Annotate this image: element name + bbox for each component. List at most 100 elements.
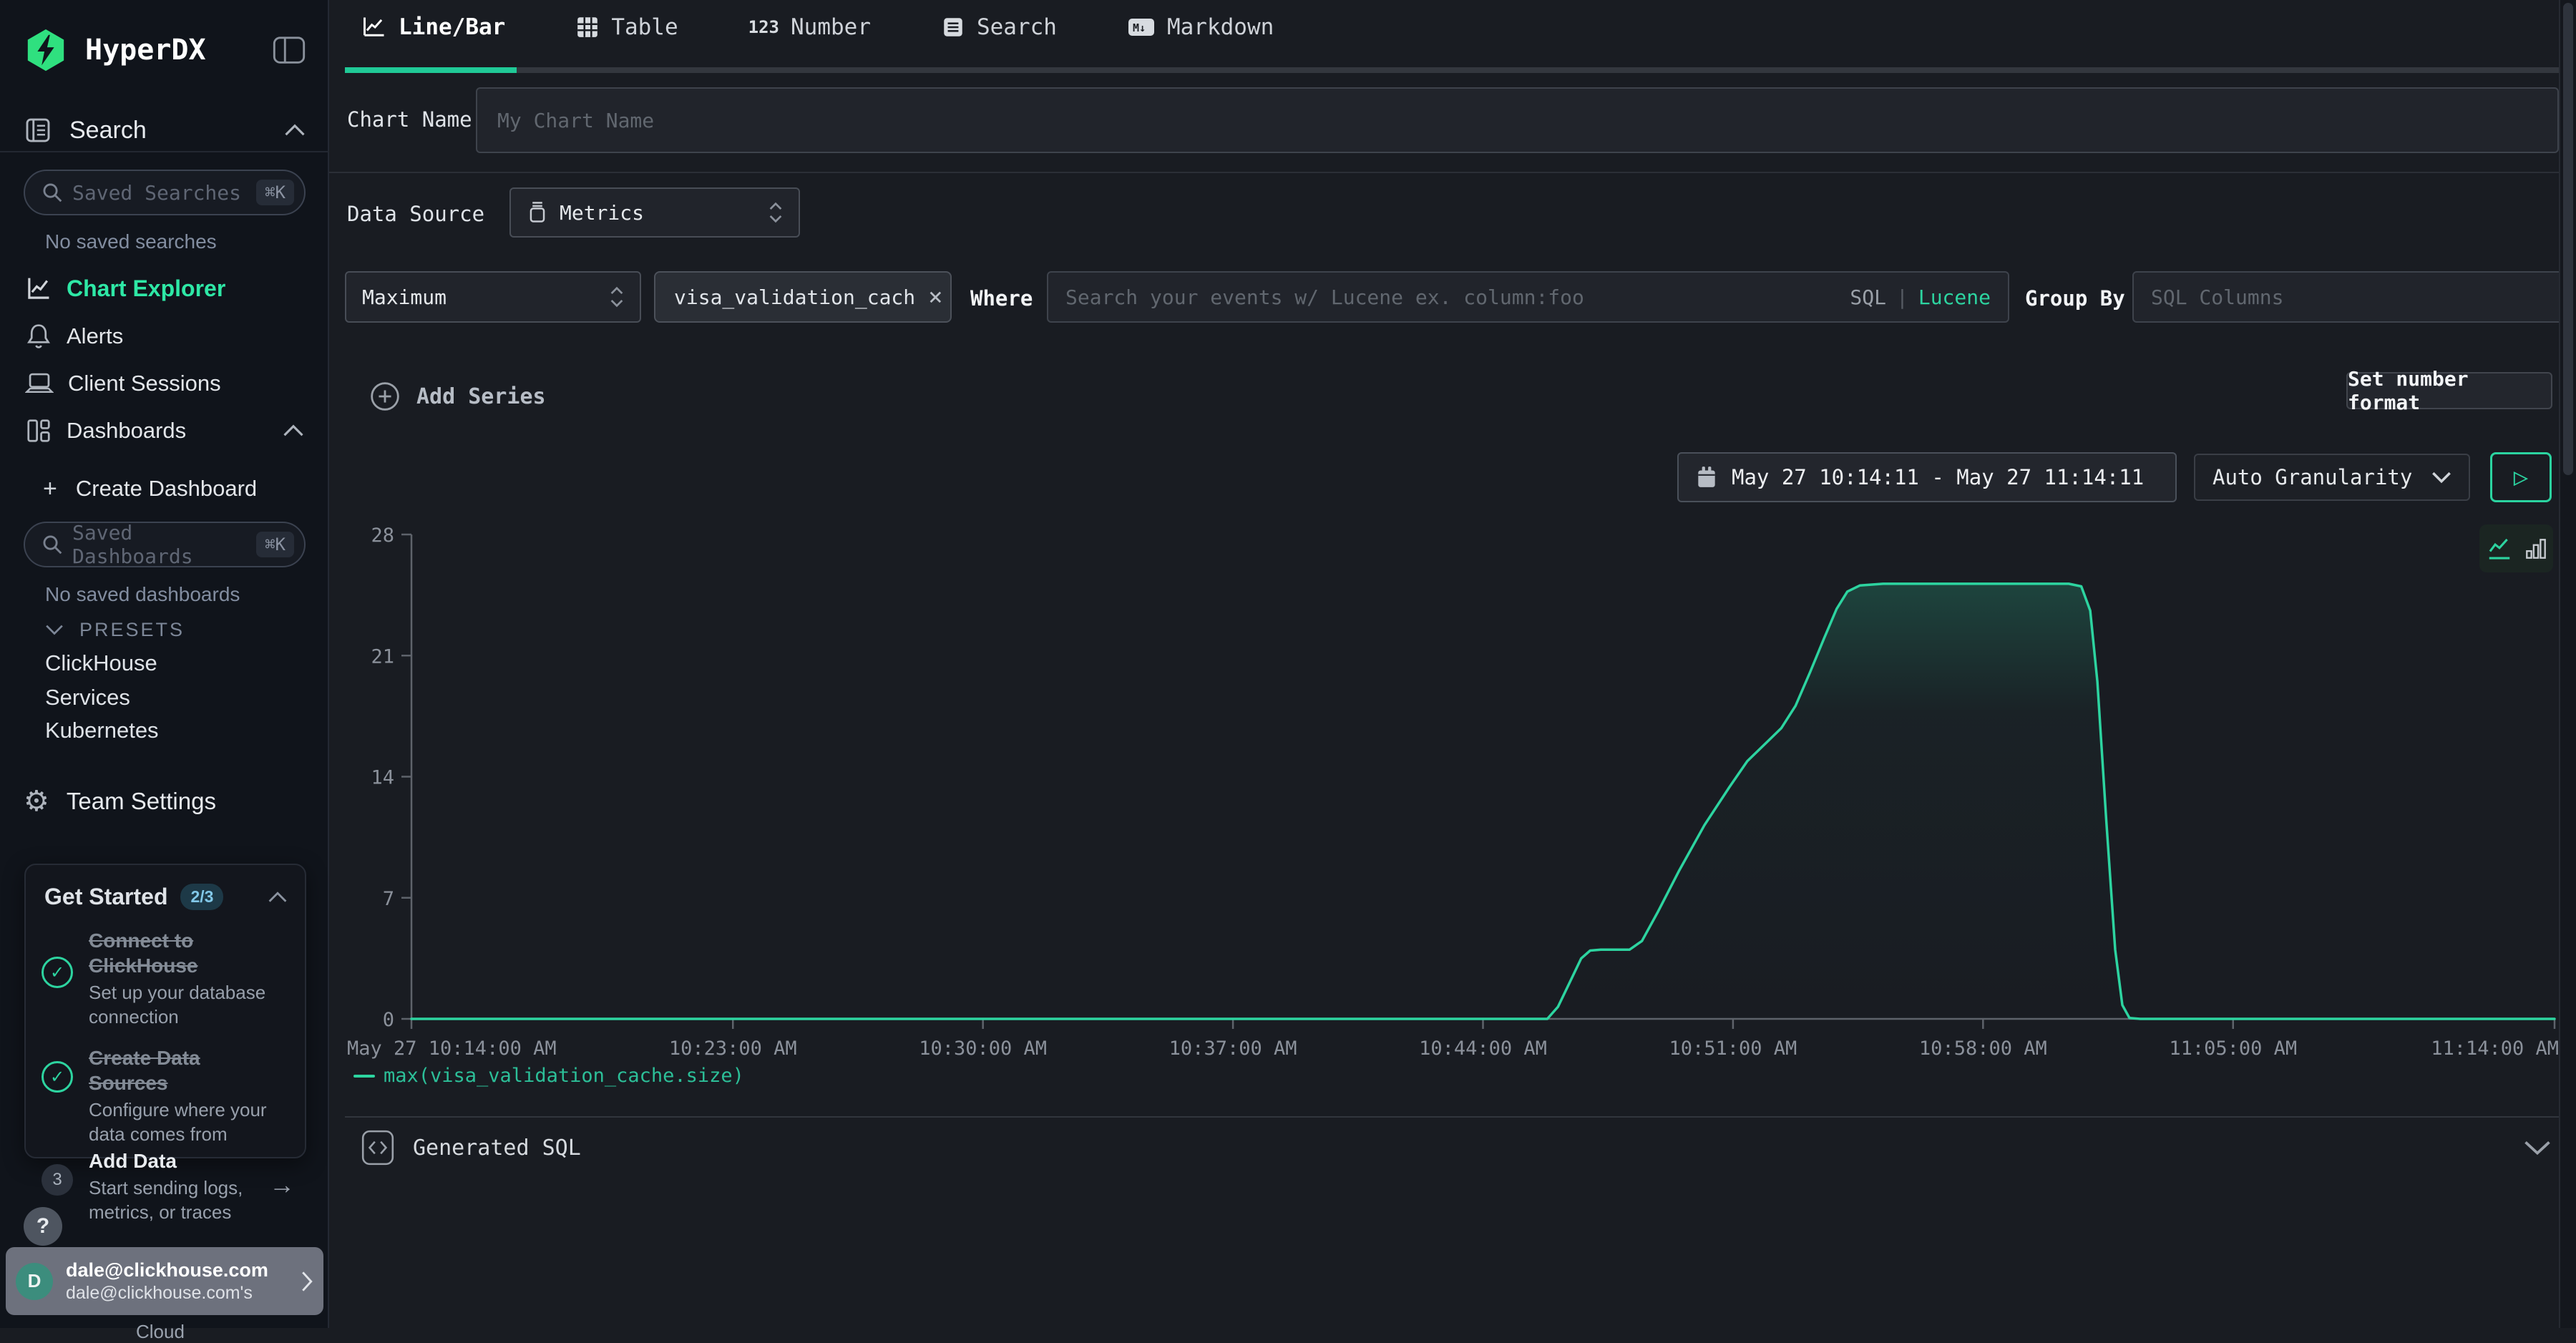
group-by-placeholder: SQL Columns: [2151, 285, 2283, 309]
step-check-icon: ✓: [42, 1061, 73, 1093]
saved-searches-input[interactable]: Saved Searches ⌘K: [24, 170, 306, 215]
chevron-down-icon: [2431, 471, 2451, 484]
updown-chevron-icon: [610, 285, 624, 308]
get-started-title: Get Started: [44, 884, 167, 910]
plus-icon: +: [43, 475, 57, 503]
step-title: Create Data Sources: [89, 1045, 275, 1095]
shortcut-badge: ⌘K: [256, 180, 294, 205]
sidebar-item-label: Alerts: [67, 323, 123, 349]
sidebar: HyperDX Search Saved Searches ⌘K No save…: [0, 0, 329, 1328]
no-saved-dashboards-text: No saved dashboards: [45, 583, 240, 606]
help-button[interactable]: ?: [24, 1207, 62, 1246]
calendar-icon: [1696, 465, 1717, 489]
svg-text:0: 0: [383, 1009, 394, 1031]
dashboards-section-label: Dashboards: [67, 418, 186, 444]
get-started-step-3[interactable]: 3 Add Data Start sending logs, metrics, …: [42, 1148, 299, 1225]
sidebar-item-team-settings[interactable]: ⚙ Team Settings: [0, 781, 329, 821]
svg-text:10:37:00 AM: 10:37:00 AM: [1169, 1037, 1297, 1060]
code-icon: [361, 1129, 394, 1166]
tab-search[interactable]: Search: [941, 14, 1057, 40]
tab-table[interactable]: Table: [575, 14, 678, 40]
line-chart[interactable]: 07142128May 27 10:14:00 AM10:23:00 AM10:…: [343, 522, 2569, 1080]
sidebar-item-client-sessions[interactable]: Client Sessions: [0, 365, 329, 402]
chart-explorer-icon: [24, 273, 54, 303]
scrollbar-track[interactable]: [2559, 0, 2576, 1328]
chevron-up-icon[interactable]: [268, 892, 288, 903]
chart-legend: max(visa_validation_cache.size): [353, 1065, 744, 1087]
aggregation-select[interactable]: Maximum: [345, 271, 641, 323]
where-input[interactable]: Search your events w/ Lucene ex. column:…: [1047, 271, 2009, 323]
svg-text:21: 21: [371, 645, 394, 668]
step-check-icon: ✓: [42, 957, 73, 988]
sidebar-section-search[interactable]: Search: [0, 107, 329, 153]
search-section-label: Search: [69, 117, 147, 145]
granularity-select[interactable]: Auto Granularity: [2194, 454, 2470, 501]
step-desc: Set up your database connection: [89, 981, 275, 1030]
create-dashboard-label: Create Dashboard: [76, 476, 257, 502]
create-dashboard-button[interactable]: + Create Dashboard: [0, 470, 329, 507]
sidebar-item-chart-explorer[interactable]: Chart Explorer: [0, 270, 329, 307]
magnifier-icon: [41, 533, 64, 556]
query-language-toggle[interactable]: SQL | Lucene: [1850, 285, 1991, 309]
svg-text:10:44:00 AM: 10:44:00 AM: [1419, 1037, 1547, 1060]
saved-dashboards-input[interactable]: Saved Dashboards ⌘K: [24, 522, 306, 567]
scrollbar-thumb[interactable]: [2563, 3, 2573, 475]
data-source-value: Metrics: [560, 201, 644, 225]
user-subtitle: dale@clickhouse.com's: [66, 1282, 268, 1304]
where-label: Where: [970, 286, 1033, 311]
step-title: Connect to ClickHouse: [89, 928, 275, 978]
tab-markdown[interactable]: M↓ Markdown: [1127, 14, 1274, 40]
user-menu[interactable]: D dale@clickhouse.com dale@clickhouse.co…: [6, 1247, 323, 1315]
lucene-toggle[interactable]: Lucene: [1918, 285, 1991, 309]
sql-toggle[interactable]: SQL: [1850, 285, 1886, 309]
magnifier-icon: [41, 181, 64, 204]
sidebar-collapse-icon[interactable]: [273, 36, 306, 64]
tab-bar: Line/Bar Table 123 Number Search M↓ Mark…: [361, 14, 1274, 40]
chevron-up-icon: [283, 424, 304, 437]
preset-item-clickhouse[interactable]: ClickHouse: [0, 648, 329, 679]
plus-circle-icon: [369, 381, 401, 412]
svg-text:10:30:00 AM: 10:30:00 AM: [919, 1037, 1047, 1060]
chevron-right-icon: [301, 1271, 313, 1292]
table-icon: [575, 15, 600, 39]
gear-icon: ⚙: [24, 787, 49, 816]
tab-line-bar[interactable]: Line/Bar: [361, 14, 505, 40]
time-range-picker[interactable]: May 27 10:14:11 - May 27 11:14:11: [1677, 452, 2177, 502]
sidebar-item-alerts[interactable]: Alerts: [0, 318, 329, 355]
saved-dashboards-placeholder: Saved Dashboards: [72, 521, 256, 568]
user-menu-overflow-text: Cloud: [136, 1321, 185, 1343]
number-icon: 123: [748, 17, 779, 37]
data-source-label: Data Source: [347, 202, 484, 226]
group-by-input[interactable]: SQL Columns: [2132, 271, 2576, 323]
line-chart-icon: [361, 14, 387, 40]
legend-line-swatch: [353, 1075, 375, 1078]
bell-icon: [25, 322, 52, 351]
laptop-icon: [25, 371, 54, 396]
tab-number[interactable]: 123 Number: [748, 14, 871, 40]
chart-name-input[interactable]: My Chart Name: [476, 87, 2559, 153]
toggle-separator: |: [1896, 285, 1908, 309]
get-started-step-2[interactable]: ✓ Create Data Sources Configure where yo…: [42, 1045, 292, 1147]
group-by-label: Group By: [2025, 286, 2125, 311]
user-email: dale@clickhouse.com: [66, 1259, 268, 1281]
add-series-button[interactable]: Add Series: [369, 381, 546, 412]
time-range-value: May 27 10:14:11 - May 27 11:14:11: [1732, 465, 2144, 489]
sidebar-section-dashboards[interactable]: Dashboards: [0, 412, 329, 449]
play-icon: ▷: [2514, 463, 2528, 492]
preset-item-kubernetes[interactable]: Kubernetes: [0, 715, 329, 746]
preset-item-services[interactable]: Services: [0, 682, 329, 713]
get-started-progress-badge: 2/3: [180, 884, 223, 910]
shortcut-badge: ⌘K: [256, 532, 294, 557]
generated-sql-section[interactable]: Generated SQL: [361, 1129, 2551, 1166]
search-list-icon: [941, 15, 965, 39]
set-number-format-button[interactable]: Set number format: [2346, 372, 2552, 409]
chevron-down-icon[interactable]: [2524, 1140, 2551, 1156]
run-query-button[interactable]: ▷: [2490, 452, 2552, 502]
get-started-step-1[interactable]: ✓ Connect to ClickHouse Set up your data…: [42, 928, 292, 1030]
svg-text:10:58:00 AM: 10:58:00 AM: [1919, 1037, 2047, 1060]
presets-toggle[interactable]: PRESETS: [0, 615, 329, 644]
data-source-select[interactable]: Metrics: [509, 187, 800, 238]
granularity-value: Auto Granularity: [2212, 465, 2412, 489]
chip-close-icon[interactable]: ×: [928, 283, 942, 311]
metric-field-chip[interactable]: visa_validation_cach ×: [654, 271, 952, 323]
